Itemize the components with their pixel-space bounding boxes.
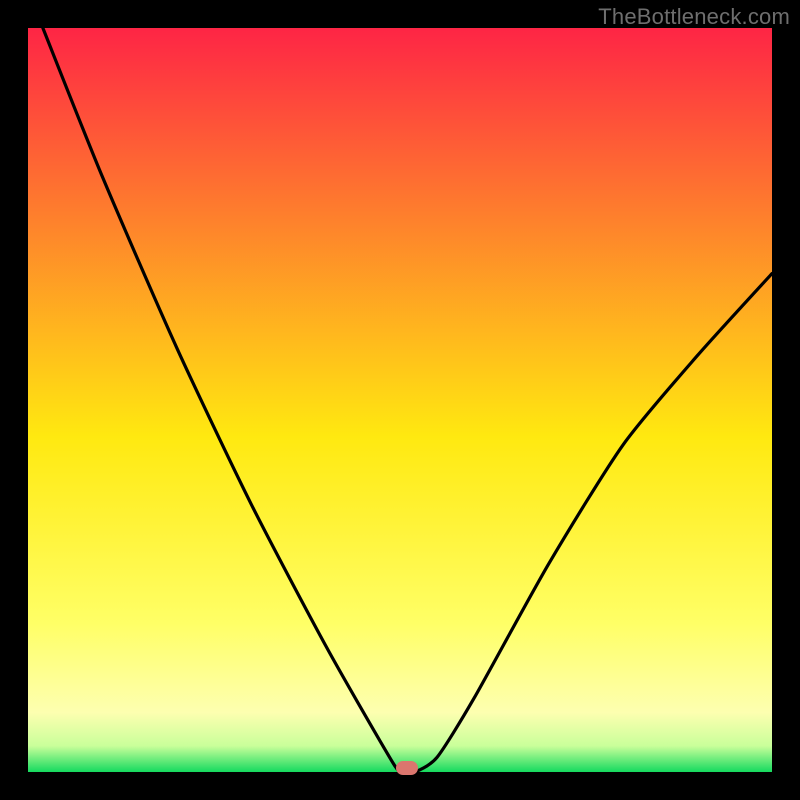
chart-frame: TheBottleneck.com [0, 0, 800, 800]
plot-area [28, 28, 772, 772]
bottleneck-curve [28, 28, 772, 772]
optimal-point-marker [396, 761, 418, 775]
watermark-text: TheBottleneck.com [598, 4, 790, 30]
